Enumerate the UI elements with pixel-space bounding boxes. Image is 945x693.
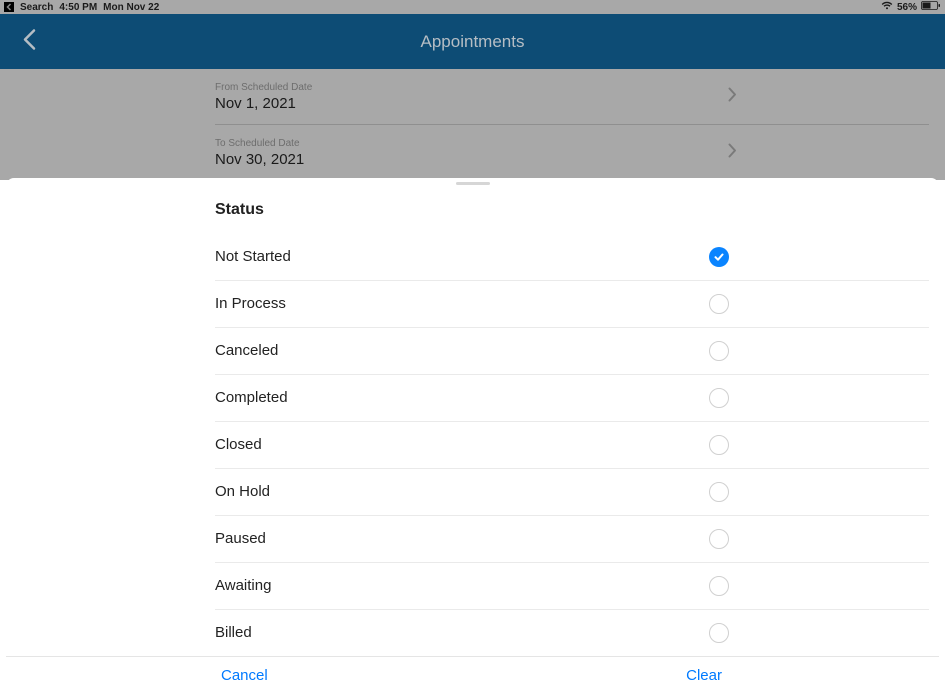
radio-unselected-icon[interactable] bbox=[709, 294, 729, 314]
battery-icon bbox=[921, 1, 941, 13]
chevron-right-icon bbox=[728, 143, 737, 163]
from-date-label: From Scheduled Date bbox=[215, 82, 929, 93]
status-option-label: Completed bbox=[215, 389, 288, 406]
status-option-label: On Hold bbox=[215, 483, 270, 500]
status-option[interactable]: Awaiting bbox=[215, 562, 729, 609]
sheet-footer: Cancel Clear bbox=[6, 656, 939, 693]
sheet-title: Status bbox=[215, 195, 939, 233]
status-date: Mon Nov 22 bbox=[103, 2, 159, 13]
page-title: Appointments bbox=[421, 32, 525, 52]
to-date-row[interactable]: To Scheduled Date Nov 30, 2021 bbox=[0, 125, 945, 180]
radio-unselected-icon[interactable] bbox=[709, 482, 729, 502]
clear-button[interactable]: Clear bbox=[686, 667, 722, 684]
cancel-button[interactable]: Cancel bbox=[221, 667, 268, 684]
status-time: 4:50 PM bbox=[59, 2, 97, 13]
status-option[interactable]: On Hold bbox=[215, 468, 729, 515]
status-option[interactable]: Canceled bbox=[215, 327, 729, 374]
radio-unselected-icon[interactable] bbox=[709, 435, 729, 455]
status-option-label: Awaiting bbox=[215, 577, 271, 594]
back-button[interactable] bbox=[22, 28, 36, 55]
status-option-label: Paused bbox=[215, 530, 266, 547]
radio-unselected-icon[interactable] bbox=[709, 388, 729, 408]
chevron-right-icon bbox=[728, 87, 737, 107]
radio-unselected-icon[interactable] bbox=[709, 529, 729, 549]
radio-unselected-icon[interactable] bbox=[709, 623, 729, 643]
radio-unselected-icon[interactable] bbox=[709, 576, 729, 596]
status-option-label: Canceled bbox=[215, 342, 278, 359]
radio-selected-icon[interactable] bbox=[709, 247, 729, 267]
back-app-label[interactable]: Search bbox=[20, 2, 53, 13]
status-option[interactable]: Billed bbox=[215, 609, 729, 656]
wifi-icon bbox=[881, 1, 893, 13]
to-date-value: Nov 30, 2021 bbox=[215, 151, 929, 168]
to-date-label: To Scheduled Date bbox=[215, 138, 929, 149]
status-option[interactable]: In Process bbox=[215, 280, 729, 327]
status-option-label: Billed bbox=[215, 624, 252, 641]
status-filter-sheet: Status Not Started In Process Canceled Comp… bbox=[6, 178, 939, 693]
from-date-value: Nov 1, 2021 bbox=[215, 95, 929, 112]
status-option[interactable]: Completed bbox=[215, 374, 729, 421]
status-option-label: Closed bbox=[215, 436, 262, 453]
battery-percent: 56% bbox=[897, 2, 917, 13]
nav-bar: Appointments bbox=[0, 14, 945, 69]
status-option[interactable]: Paused bbox=[215, 515, 729, 562]
status-bar: Search 4:50 PM Mon Nov 22 56% bbox=[0, 0, 945, 14]
radio-unselected-icon[interactable] bbox=[709, 341, 729, 361]
status-option[interactable]: Closed bbox=[215, 421, 729, 468]
from-date-row[interactable]: From Scheduled Date Nov 1, 2021 bbox=[0, 69, 945, 124]
status-option[interactable]: Not Started bbox=[215, 233, 729, 280]
status-option-label: In Process bbox=[215, 295, 286, 312]
status-option-label: Not Started bbox=[215, 248, 291, 265]
back-app-icon[interactable] bbox=[4, 2, 14, 12]
